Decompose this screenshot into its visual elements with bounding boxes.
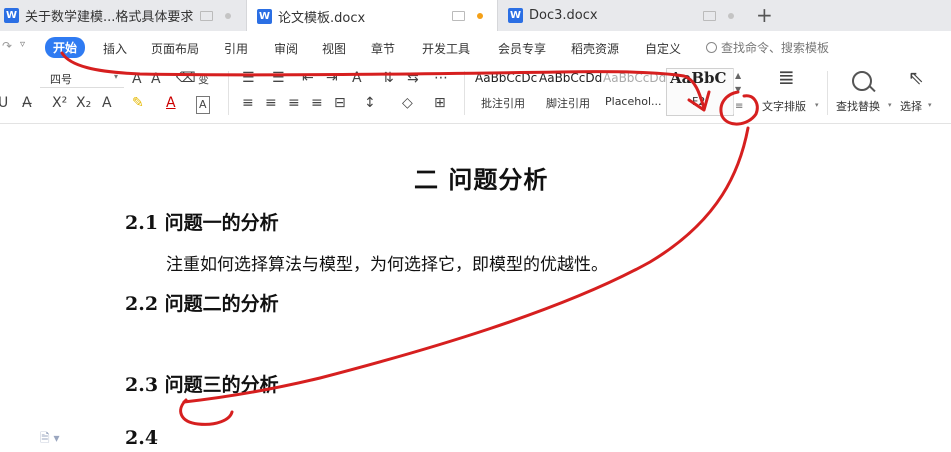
menu-developer[interactable]: 开发工具 (422, 40, 470, 57)
tab-doc3[interactable]: W Doc3.docx (498, 0, 748, 31)
font-size-value: 四号 (50, 73, 72, 86)
font-size-select[interactable]: 四号 ▾ (40, 69, 124, 88)
menu-chapter[interactable]: 章节 (371, 40, 395, 57)
chinese-layout-icon[interactable]: A (352, 70, 362, 86)
monitor-icon (452, 11, 465, 21)
menu-docer-resources[interactable]: 稻壳资源 (571, 40, 619, 57)
distributed-icon[interactable]: ⊟ (334, 95, 346, 111)
monitor-icon (200, 11, 213, 21)
menu-custom[interactable]: 自定义 (645, 40, 681, 57)
char-border-icon[interactable]: A (196, 96, 210, 114)
table-grid-icon[interactable]: ⋯ (434, 70, 448, 86)
magnifier-icon[interactable] (852, 71, 872, 91)
divider (464, 71, 465, 115)
section-heading[interactable]: 2.4 (125, 427, 158, 449)
divider (827, 71, 828, 115)
ribbon-menu: ↷ ▿ 开始 插入 页面布局 引用 审阅 视图 章节 开发工具 会员专享 稻壳资… (0, 31, 951, 65)
shrink-font-icon[interactable]: A (151, 71, 161, 87)
tab-paper-template[interactable]: W 论文模板.docx (246, 0, 498, 32)
increase-indent-icon[interactable]: ⇥ (326, 70, 338, 86)
tab-bar: W 关于数学建模...格式具体要求 W 论文模板.docx W Doc3.doc… (0, 0, 951, 32)
superscript-icon[interactable]: X² (52, 95, 67, 111)
menu-review[interactable]: 审阅 (274, 40, 298, 57)
justify-icon[interactable]: ≡ (311, 95, 323, 111)
numbered-list-icon[interactable]: ☰ (272, 70, 285, 86)
chevron-down-icon: ▾ (888, 101, 892, 109)
divider (228, 71, 229, 115)
magnifier-handle (869, 85, 876, 93)
style-name: Placehol... (605, 95, 662, 108)
cursor-arrow-icon[interactable]: ⇖ (908, 69, 924, 88)
style-gallery-expand-icon[interactable]: ≡ (735, 101, 743, 112)
menu-references[interactable]: 引用 (224, 40, 248, 57)
highlight-icon[interactable]: ✎ (132, 95, 144, 111)
new-tab-button[interactable]: + (756, 3, 773, 27)
style-name: F2 (692, 95, 706, 108)
align-left-icon[interactable]: ≡ (242, 95, 254, 111)
command-search-placeholder: 查找命令、搜索模板 (721, 41, 830, 55)
page-options-icon[interactable]: 🗎 ▾ (40, 429, 60, 450)
phonetic-guide-icon[interactable]: 变 (198, 72, 209, 88)
menu-home[interactable]: 开始 (45, 37, 86, 58)
close-dot-icon[interactable] (728, 13, 734, 19)
line-spacing-icon[interactable]: ↕ (364, 95, 376, 111)
text-layout-button[interactable]: 文字排版 (762, 98, 806, 114)
tab-format-requirements[interactable]: W 关于数学建模...格式具体要求 (0, 0, 246, 31)
tab-label: Doc3.docx (529, 8, 598, 23)
section-heading[interactable]: 2.3 问题三的分析 (125, 370, 279, 397)
text-layout-icon[interactable]: ≣ (778, 67, 795, 87)
chevron-down-icon: ▾ (815, 101, 819, 109)
section-body[interactable]: 注重如何选择算法与模型，为何选择它，即模型的优越性。 (166, 250, 608, 275)
style-sample[interactable]: AaBbCcDc (475, 71, 537, 85)
clear-format-icon[interactable]: ⌫ (176, 70, 196, 86)
text-effect-icon[interactable]: A (102, 95, 112, 111)
subscript-icon[interactable]: X₂ (76, 95, 91, 111)
font-color-icon[interactable]: A (166, 95, 176, 111)
unsaved-dot-icon[interactable] (477, 13, 483, 19)
scroll-up-icon[interactable]: ▲ (735, 71, 741, 80)
sort-icon[interactable]: ⇅ (382, 70, 394, 86)
writer-doc-icon: W (257, 8, 272, 24)
command-search[interactable]: 查找命令、搜索模板 (706, 39, 829, 56)
menu-insert[interactable]: 插入 (103, 40, 127, 57)
section-heading[interactable]: 2.2 问题二的分析 (125, 289, 279, 316)
show-marks-icon[interactable]: ⇆ (407, 70, 419, 86)
quick-access-dropdown-icon[interactable]: ▿ (20, 39, 25, 50)
menu-view[interactable]: 视图 (322, 40, 346, 57)
document-page[interactable]: 二 问题分析 2.1 问题一的分析 注重如何选择算法与模型，为何选择它，即模型的… (0, 124, 951, 452)
style-sample[interactable]: AaBbCcDd (603, 71, 666, 85)
bullet-list-icon[interactable]: ☰ (242, 70, 255, 86)
chevron-down-icon: ▾ (114, 72, 119, 81)
align-center-icon[interactable]: ≡ (265, 95, 277, 111)
style-sample[interactable]: AaBbCcDd (539, 71, 602, 85)
style-name: 脚注引用 (546, 97, 590, 110)
close-dot-icon[interactable] (225, 13, 231, 19)
decrease-indent-icon[interactable]: ⇤ (302, 70, 314, 86)
strikethrough-icon[interactable]: A̶ (22, 95, 32, 111)
tab-label: 论文模板.docx (278, 10, 366, 26)
select-button[interactable]: 选择 (900, 98, 922, 114)
redo-icon[interactable]: ↷ (2, 39, 12, 53)
menu-page-layout[interactable]: 页面布局 (151, 40, 199, 57)
grow-font-icon[interactable]: A (132, 71, 142, 87)
shading-icon[interactable]: ◇ (402, 95, 413, 111)
monitor-icon (703, 11, 716, 21)
borders-icon[interactable]: ⊞ (434, 95, 446, 111)
menu-member[interactable]: 会员专享 (498, 40, 546, 57)
chapter-title[interactable]: 二 问题分析 (414, 160, 548, 195)
chevron-down-icon: ▾ (928, 101, 932, 109)
style-sample[interactable]: AaBbC (670, 69, 726, 87)
search-icon (706, 42, 717, 53)
align-right-icon[interactable]: ≡ (288, 95, 300, 111)
writer-doc-icon: W (508, 8, 523, 23)
tab-label: 关于数学建模...格式具体要求 (25, 10, 194, 25)
scroll-down-icon[interactable]: ▼ (735, 85, 741, 94)
find-replace-button[interactable]: 查找替换 (836, 98, 880, 114)
underline-icon[interactable]: U (0, 95, 8, 111)
writer-doc-icon: W (4, 8, 19, 23)
section-heading[interactable]: 2.1 问题一的分析 (125, 208, 279, 235)
ribbon-toolbar: 四号 ▾ A A ⌫ 变 U A̶ X² X₂ A ✎ A A ☰ ☰ ⇤ ⇥ … (0, 65, 951, 124)
style-name: 批注引用 (481, 97, 525, 110)
